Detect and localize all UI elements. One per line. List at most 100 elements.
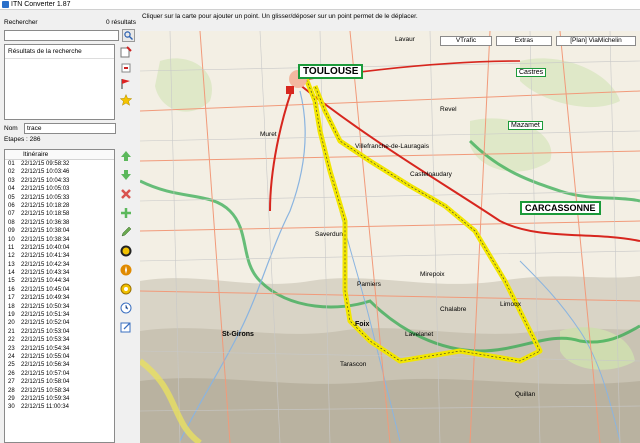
row-number: 21 (8, 328, 15, 335)
row-timestamp: 22/12/15 10:03:46 (21, 169, 70, 176)
add-icon[interactable] (119, 206, 133, 220)
itinerary-row[interactable]: 30 22/12/15 11:00:34 (5, 403, 114, 411)
itinerary-row[interactable]: 12 22/12/15 10:41:34 (5, 252, 114, 260)
itinerary-row[interactable]: 29 22/12/15 10:59:34 (5, 395, 114, 403)
row-timestamp: 22/12/15 10:45:04 (21, 286, 70, 293)
row-timestamp: 22/12/15 10:51:34 (21, 312, 70, 319)
row-timestamp: 22/12/15 10:44:34 (21, 278, 70, 285)
row-timestamp: 22/12/15 10:58:34 (21, 387, 70, 394)
row-timestamp: 22/12/15 10:18:28 (21, 202, 70, 209)
itinerary-tools (117, 149, 137, 339)
car-icon[interactable] (119, 244, 133, 258)
row-number: 02 (8, 169, 15, 176)
itinerary-row[interactable]: 27 22/12/15 10:58:04 (5, 378, 114, 386)
title-bar: ITN Converter 1.87 (0, 0, 640, 10)
row-number: 07 (8, 211, 15, 218)
row-timestamp: 22/12/15 10:58:04 (21, 379, 70, 386)
row-number: 06 (8, 202, 15, 209)
row-timestamp: 22/12/15 10:53:04 (21, 328, 70, 335)
itinerary-row[interactable]: 03 22/12/15 10:04:33 (5, 177, 114, 185)
row-number: 30 (8, 404, 15, 411)
search-input[interactable] (4, 30, 119, 41)
move-up-icon[interactable] (119, 149, 133, 163)
traffic-button[interactable]: VTrafic (440, 36, 492, 46)
itinerary-row[interactable]: 18 22/12/15 10:50:34 (5, 303, 114, 311)
itinerary-row[interactable]: 26 22/12/15 10:57:04 (5, 370, 114, 378)
settings-icon[interactable] (119, 282, 133, 296)
itinerary-rows: 01 22/12/15 09:58:32 02 22/12/15 10:03:46 03… (5, 160, 114, 412)
map-canvas (140, 31, 640, 443)
town-st-girons: St-Girons (222, 331, 254, 338)
itinerary-row[interactable]: 02 22/12/15 10:03:46 (5, 168, 114, 176)
steps-label: Etapes : 286 (4, 136, 41, 143)
itinerary-row[interactable]: 06 22/12/15 10:18:28 (5, 202, 114, 210)
itinerary-row[interactable]: 13 22/12/15 10:42:34 (5, 261, 114, 269)
delete-icon[interactable] (119, 187, 133, 201)
row-timestamp: 22/12/15 10:38:34 (21, 236, 70, 243)
row-number: 08 (8, 219, 15, 226)
flag-icon[interactable] (119, 77, 133, 91)
town-revel: Revel (440, 106, 457, 113)
itinerary-row[interactable]: 04 22/12/15 10:05:03 (5, 185, 114, 193)
itinerary-row[interactable]: 10 22/12/15 10:38:34 (5, 236, 114, 244)
itinerary-row[interactable]: 08 22/12/15 10:36:38 (5, 219, 114, 227)
itinerary-row[interactable]: 11 22/12/15 10:40:04 (5, 244, 114, 252)
town-chalabre: Chalabre (440, 306, 467, 313)
star-icon[interactable] (119, 93, 133, 107)
clock-icon[interactable] (119, 301, 133, 315)
town-lavelanet: Lavelanet (405, 331, 434, 338)
row-timestamp: 22/12/15 10:59:34 (21, 395, 70, 402)
move-down-icon[interactable] (119, 168, 133, 182)
compass-icon[interactable] (119, 263, 133, 277)
map-type-button[interactable]: [Plan] ViaMichelin (556, 36, 636, 46)
itinerary-row[interactable]: 25 22/12/15 10:56:34 (5, 361, 114, 369)
map-view[interactable]: TOULOUSE CARCASSONNE Castres Mazamet Pam… (140, 31, 640, 443)
town-mirepoix: Mirepoix (420, 271, 445, 278)
itinerary-row[interactable]: 19 22/12/15 10:51:34 (5, 311, 114, 319)
edit-icon[interactable] (119, 225, 133, 239)
export-icon[interactable] (119, 320, 133, 334)
row-timestamp: 22/12/15 09:58:32 (21, 161, 70, 167)
row-number: 23 (8, 345, 15, 352)
map-hint: Cliquer sur la carte pour ajouter un poi… (142, 13, 418, 20)
itinerary-row[interactable]: 20 22/12/15 10:52:04 (5, 319, 114, 327)
itinerary-row[interactable]: 21 22/12/15 10:53:04 (5, 328, 114, 336)
row-number: 03 (8, 177, 15, 184)
itinerary-row[interactable]: 05 22/12/15 10:05:33 (5, 194, 114, 202)
row-timestamp: 22/12/15 10:55:04 (21, 353, 70, 360)
results-list[interactable]: Résultats de la recherche (4, 44, 115, 120)
row-number: 24 (8, 353, 15, 360)
row-number: 09 (8, 228, 15, 235)
itinerary-row[interactable]: 24 22/12/15 10:55:04 (5, 353, 114, 361)
town-quillan: Quillan (515, 391, 536, 398)
row-number: 12 (8, 253, 15, 260)
search-button[interactable] (122, 29, 135, 42)
row-number: 26 (8, 370, 15, 377)
row-timestamp: 22/12/15 10:50:34 (21, 303, 70, 310)
results-tools (117, 44, 137, 109)
itinerary-row[interactable]: 22 22/12/15 10:53:34 (5, 336, 114, 344)
extras-button[interactable]: Extras (496, 36, 552, 46)
itinerary-row[interactable]: 15 22/12/15 10:44:34 (5, 277, 114, 285)
town-limoux: Limoux (500, 301, 521, 308)
itinerary-row[interactable]: 01 22/12/15 09:58:32 (5, 160, 114, 168)
route-name-input[interactable]: trace (24, 123, 116, 134)
add-waypoint-icon[interactable] (119, 45, 133, 59)
itinerary-row[interactable]: 14 22/12/15 10:43:34 (5, 269, 114, 277)
row-timestamp: 22/12/15 10:43:34 (21, 270, 70, 277)
itinerary-list[interactable]: Itinéraire 01 22/12/15 09:58:32 02 22/12/15… (4, 149, 115, 443)
town-castelnaudary: Castelnaudary (410, 171, 452, 178)
itinerary-row[interactable]: 16 22/12/15 10:45:04 (5, 286, 114, 294)
row-number: 01 (8, 161, 15, 167)
row-number: 16 (8, 286, 15, 293)
itinerary-row[interactable]: 07 22/12/15 10:18:58 (5, 210, 114, 218)
city-label-mazamet: Mazamet (508, 121, 543, 130)
itinerary-row[interactable]: 17 22/12/15 10:49:34 (5, 294, 114, 302)
itinerary-row[interactable]: 09 22/12/15 10:38:04 (5, 227, 114, 235)
search-count: 0 résultats (106, 19, 136, 26)
itinerary-row[interactable]: 28 22/12/15 10:58:34 (5, 387, 114, 395)
name-label: Nom (4, 125, 18, 132)
import-icon[interactable] (119, 61, 133, 75)
row-number: 20 (8, 320, 15, 327)
itinerary-row[interactable]: 23 22/12/15 10:54:34 (5, 345, 114, 353)
